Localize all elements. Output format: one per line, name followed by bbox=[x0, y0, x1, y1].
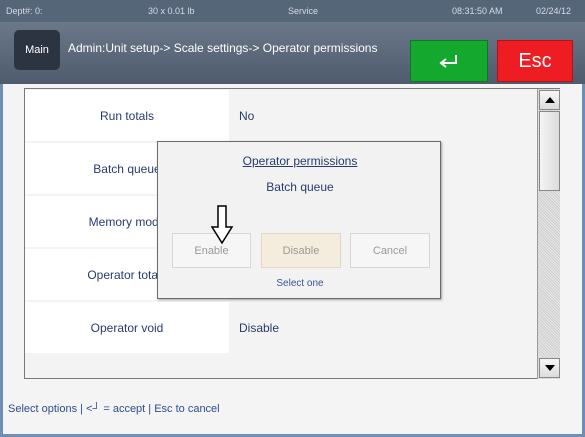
scroll-thumb[interactable] bbox=[539, 111, 560, 191]
cancel-button[interactable]: Cancel bbox=[350, 233, 430, 268]
select-one-hint: Select one bbox=[276, 278, 324, 289]
dept-indicator: Dept#: 0: bbox=[6, 6, 43, 16]
footer-hint: Select options | <┘ = accept | Esc to ca… bbox=[8, 403, 220, 415]
enter-return-icon bbox=[439, 55, 457, 68]
status-bar: Dept#: 0: 30 x 0.01 lb Service 08:31:50 … bbox=[0, 0, 585, 22]
breadcrumb: Admin:Unit setup-> Scale settings-> Oper… bbox=[68, 41, 378, 55]
triangle-down-icon bbox=[544, 365, 555, 371]
enter-button[interactable] bbox=[410, 40, 488, 82]
dialog-subtitle: Batch queue bbox=[266, 180, 334, 194]
list-row-operator-void[interactable]: Operator void Disable bbox=[25, 302, 537, 354]
dialog-title: Operator permissions bbox=[242, 154, 358, 168]
time-indicator: 08:31:50 AM bbox=[452, 6, 503, 16]
operator-permissions-dialog: Operator permissions Batch queue Enable … bbox=[157, 141, 441, 299]
vertical-scrollbar[interactable] bbox=[537, 89, 560, 379]
disable-button[interactable]: Disable bbox=[261, 233, 341, 268]
mode-indicator: Service bbox=[288, 6, 319, 16]
esc-button[interactable]: Esc bbox=[497, 40, 573, 82]
list-row-run-totals[interactable]: Run totals No bbox=[25, 90, 537, 142]
down-arrow-icon bbox=[210, 205, 234, 245]
date-indicator: 02/24/12 bbox=[536, 6, 572, 16]
main-button[interactable]: Main bbox=[14, 30, 60, 70]
triangle-up-icon bbox=[544, 97, 555, 103]
row-label: Operator void bbox=[25, 302, 229, 353]
weight-indicator: 30 x 0.01 lb bbox=[148, 6, 195, 16]
row-value: No bbox=[239, 108, 255, 123]
scroll-up-button[interactable] bbox=[539, 90, 560, 110]
row-value: Disable bbox=[239, 320, 280, 335]
scroll-down-button[interactable] bbox=[539, 358, 560, 378]
row-label: Run totals bbox=[25, 90, 229, 141]
